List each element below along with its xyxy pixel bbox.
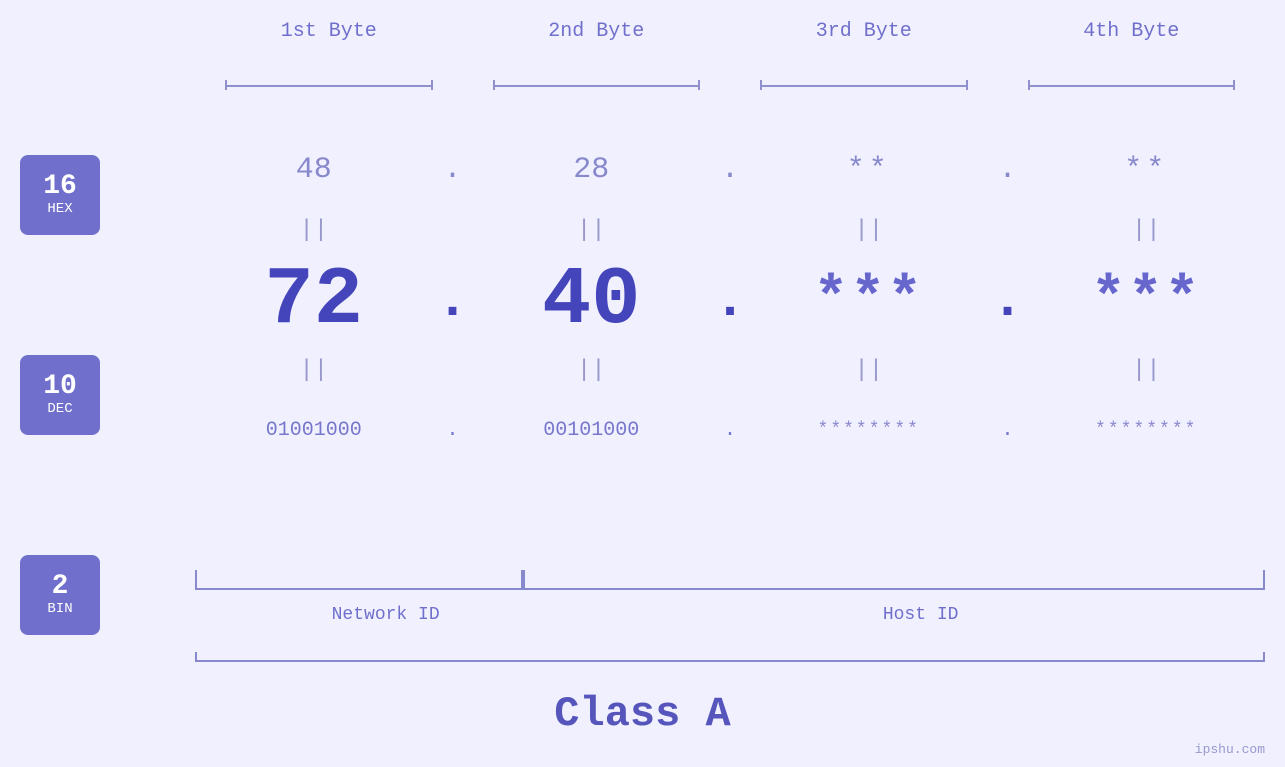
class-label: Class A <box>0 690 1285 738</box>
eq2-b4: || <box>1028 350 1266 390</box>
bin-b1: 01001000 <box>195 390 433 470</box>
host-bracket <box>523 570 1266 590</box>
bin-sep2: . <box>710 390 750 470</box>
dec-sep1: . <box>433 250 473 350</box>
byte3-header: 3rd Byte <box>730 20 998 43</box>
hex-b4: ** <box>1028 130 1266 210</box>
hex-sep3: . <box>988 130 1028 210</box>
dec-b1: 72 <box>195 250 433 350</box>
dec-b2: 40 <box>473 250 711 350</box>
eq2-sep1 <box>433 350 473 390</box>
eq-b1: || <box>195 210 433 250</box>
hex-name: HEX <box>47 201 72 218</box>
eq-sep3 <box>988 210 1028 250</box>
byte1-header: 1st Byte <box>195 20 463 43</box>
hex-num: 16 <box>43 173 77 201</box>
hex-badge: 16 HEX <box>20 155 100 235</box>
bin-badge: 2 BIN <box>20 555 100 635</box>
dec-name: DEC <box>47 401 72 418</box>
eq-sep2 <box>710 210 750 250</box>
eq-b2: || <box>473 210 711 250</box>
dec-badge: 10 DEC <box>20 355 100 435</box>
eq2-b3: || <box>750 350 988 390</box>
hex-b1: 48 <box>195 130 433 210</box>
bin-sep3: . <box>988 390 1028 470</box>
byte3-top-bracket <box>730 75 998 95</box>
byte2-header: 2nd Byte <box>463 20 731 43</box>
network-id-label: Network ID <box>195 605 576 625</box>
top-brackets <box>195 75 1265 95</box>
dec-sep3: . <box>988 250 1028 350</box>
dec-sep2: . <box>710 250 750 350</box>
byte-headers: 1st Byte 2nd Byte 3rd Byte 4th Byte <box>195 20 1265 43</box>
eq-sep1 <box>433 210 473 250</box>
network-bracket <box>195 570 523 590</box>
byte2-top-bracket <box>463 75 731 95</box>
hex-sep2: . <box>710 130 750 210</box>
eq2-sep3 <box>988 350 1028 390</box>
dec-b4: *** <box>1028 250 1266 350</box>
full-bottom-bracket <box>195 660 1265 662</box>
eq2-b1: || <box>195 350 433 390</box>
eq-b4: || <box>1028 210 1266 250</box>
byte1-top-bracket <box>195 75 463 95</box>
base-labels: 16 HEX 10 DEC 2 BIN <box>20 155 100 635</box>
bin-name: BIN <box>47 601 72 618</box>
eq2-b2: || <box>473 350 711 390</box>
dec-num: 10 <box>43 373 77 401</box>
eq2-sep2 <box>710 350 750 390</box>
watermark: ipshu.com <box>1195 742 1265 757</box>
hex-b2: 28 <box>473 130 711 210</box>
bytes-grid: 48 . 28 . ** . ** || || || <box>195 130 1265 470</box>
host-id-label: Host ID <box>576 605 1265 625</box>
dec-b3: *** <box>750 250 988 350</box>
bin-b3: ******** <box>750 390 988 470</box>
main-container: 1st Byte 2nd Byte 3rd Byte 4th Byte 16 H… <box>0 0 1285 767</box>
bin-sep1: . <box>433 390 473 470</box>
hex-sep1: . <box>433 130 473 210</box>
byte4-top-bracket <box>998 75 1266 95</box>
hex-b3: ** <box>750 130 988 210</box>
bin-num: 2 <box>52 573 69 601</box>
byte4-header: 4th Byte <box>998 20 1266 43</box>
bin-b2: 00101000 <box>473 390 711 470</box>
eq-b3: || <box>750 210 988 250</box>
bin-b4: ******** <box>1028 390 1266 470</box>
